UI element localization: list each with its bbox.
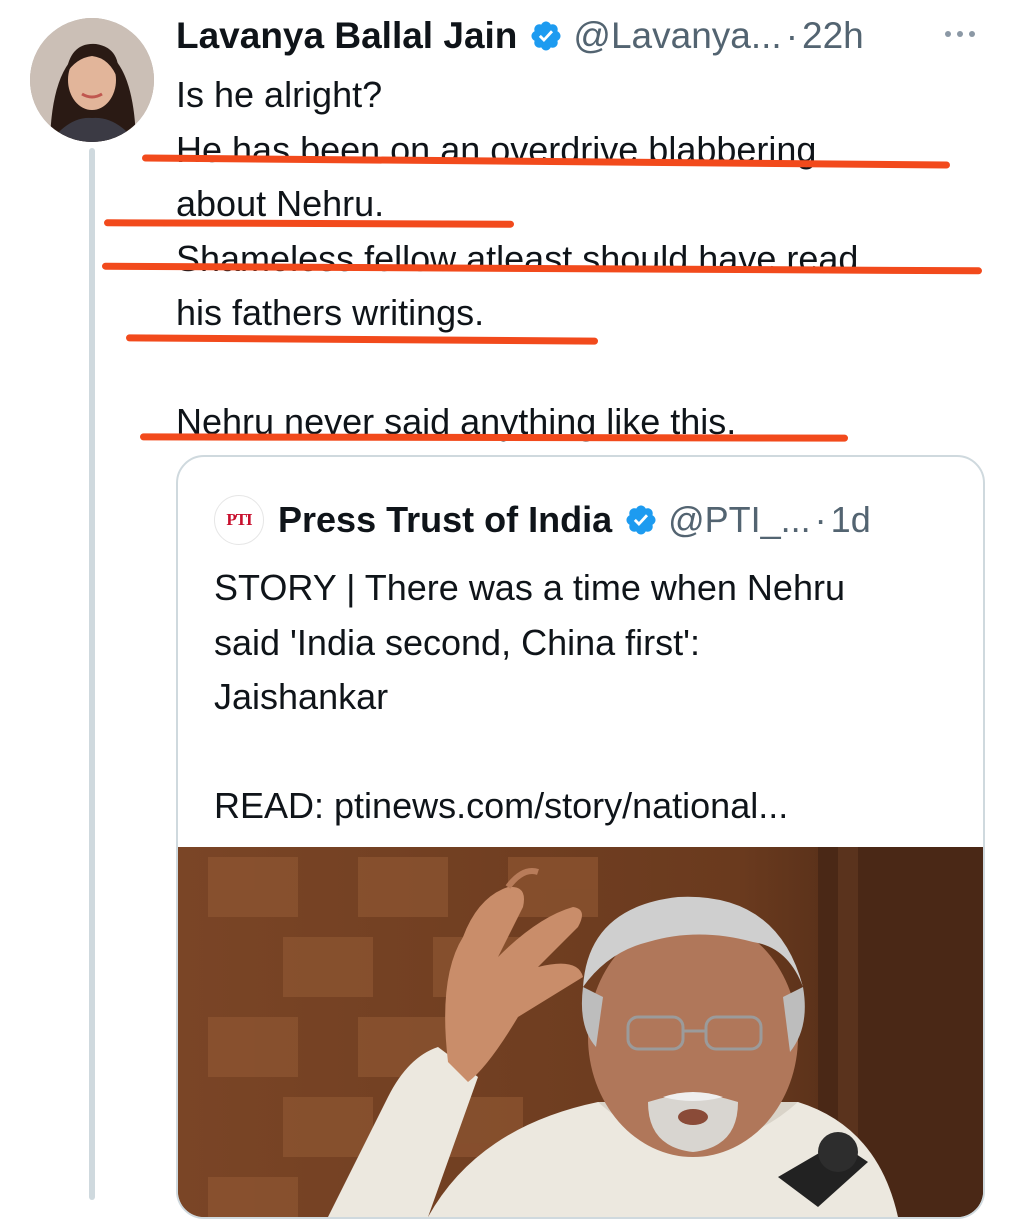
tweet-text-line: He has been on an overdrive blabbering [176, 128, 817, 170]
tweet-text-line: his fathers writings. [176, 292, 485, 333]
quoted-text-line: Jaishankar [214, 676, 389, 717]
avatar-photo [30, 18, 154, 142]
tweet-text-line: Shameless fellow atleast should have rea… [176, 237, 859, 279]
tweet-header: Lavanya Ballal Jain @Lavanya... · 22h [176, 14, 864, 58]
quoted-tweet-body: STORY | There was a time when Nehru said… [214, 561, 845, 834]
avatar[interactable] [30, 18, 154, 142]
quoted-tweet-timestamp[interactable]: 1d [831, 499, 871, 541]
separator-dot: · [785, 15, 799, 56]
author-handle[interactable]: @Lavanya... [573, 15, 781, 57]
thread-connector-line [89, 148, 95, 1200]
verified-badge-icon [626, 505, 656, 535]
author-name[interactable]: Lavanya Ballal Jain [176, 15, 517, 57]
quoted-tweet-photo[interactable] [178, 847, 983, 1217]
annotation-underline [139, 433, 849, 442]
quoted-tweet-header: PTI Press Trust of India @PTI_... · 1d [214, 495, 871, 545]
quoted-text-line: STORY | There was a time when Nehru [214, 567, 845, 608]
tweet-text-line: Is he alright? [176, 74, 383, 115]
photo-illustration [178, 847, 983, 1217]
tweet-timestamp[interactable]: 22h [802, 15, 864, 57]
annotation-underline [103, 219, 515, 228]
verified-badge-icon [531, 21, 561, 51]
more-options-icon[interactable] [942, 24, 978, 44]
quoted-author-name[interactable]: Press Trust of India [278, 499, 612, 541]
separator-dot: · [814, 499, 827, 540]
pti-logo-text: PTI [226, 510, 252, 529]
quoted-tweet-card[interactable]: PTI Press Trust of India @PTI_... · 1d S… [176, 455, 985, 1219]
pti-logo[interactable]: PTI [214, 495, 264, 545]
quoted-blank-line [214, 725, 845, 780]
quoted-text-line[interactable]: READ: ptinews.com/story/national... [214, 779, 845, 834]
tweet-body: Is he alright? He has been on an overdri… [176, 68, 858, 450]
quoted-text-line: said 'India second, China first': [214, 621, 700, 663]
quoted-author-handle[interactable]: @PTI_... [668, 499, 811, 541]
